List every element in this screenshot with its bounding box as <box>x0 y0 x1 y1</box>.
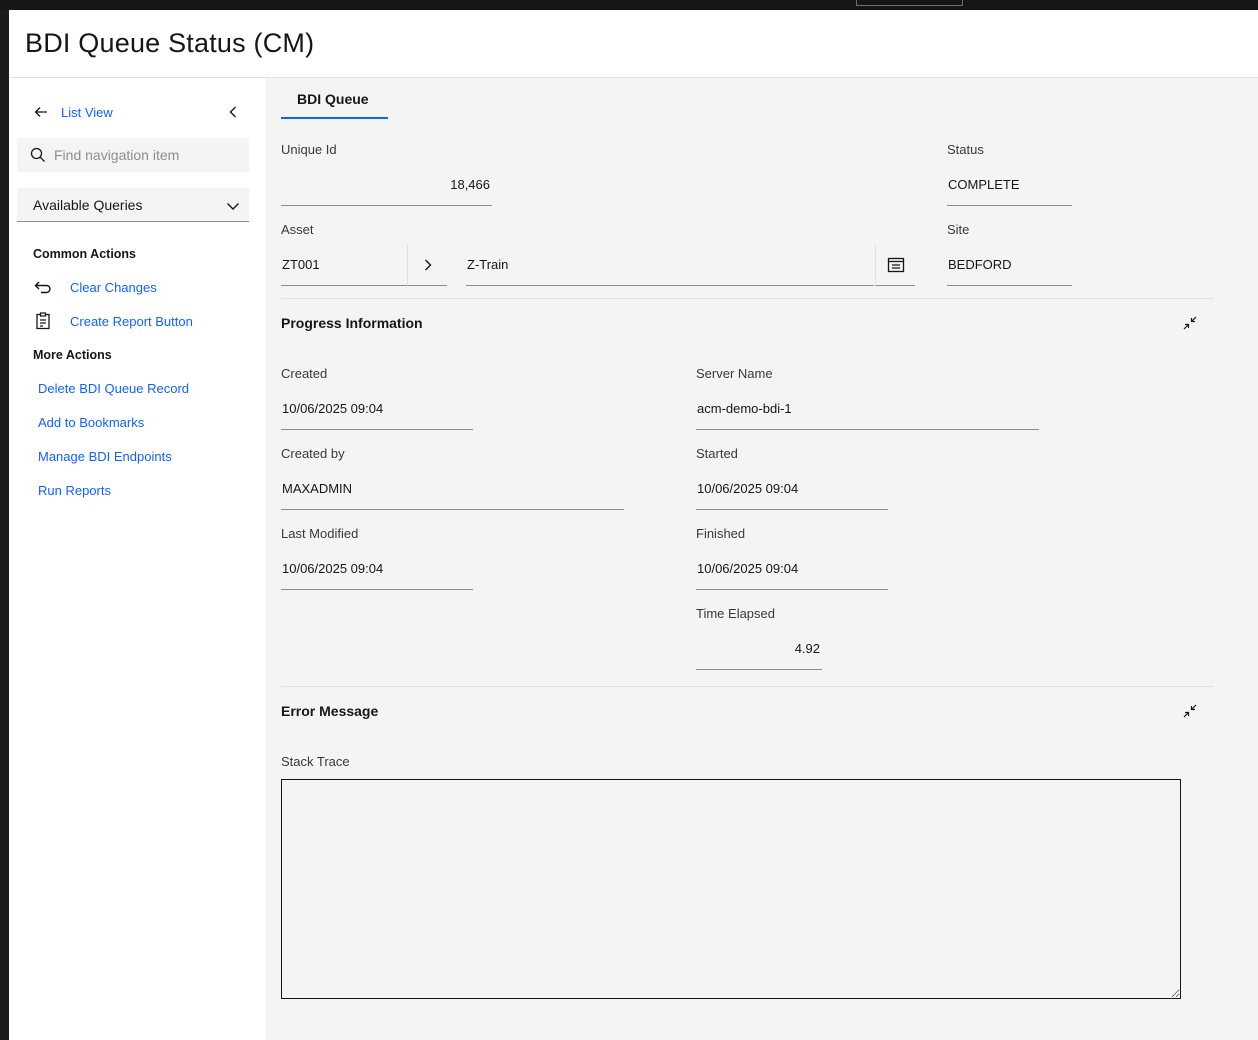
chevron-down-icon <box>227 203 239 210</box>
run-reports-link[interactable]: Run Reports <box>38 483 111 498</box>
stack-trace-label: Stack Trace <box>281 754 350 769</box>
arrow-left-icon <box>34 107 47 117</box>
minimize-icon[interactable] <box>1182 315 1198 331</box>
create-report-label: Create Report Button <box>70 313 193 329</box>
sidebar: List View Available Queries Common Actio… <box>9 78 266 1040</box>
site-label: Site <box>947 222 970 237</box>
delete-record-link[interactable]: Delete BDI Queue Record <box>38 381 189 396</box>
list-view-label: List View <box>61 104 113 120</box>
asset-description-field[interactable]: Z-Train <box>466 244 874 286</box>
collapse-sidebar-icon[interactable] <box>225 104 241 120</box>
common-actions-heading: Common Actions <box>33 247 137 261</box>
created-by-field[interactable]: MAXADMIN <box>281 468 624 510</box>
last-modified-label: Last Modified <box>281 526 359 541</box>
undo-icon <box>34 281 51 294</box>
server-name-label: Server Name <box>696 366 773 381</box>
status-field[interactable]: COMPLETE <box>947 164 1072 206</box>
search-input[interactable] <box>54 147 244 163</box>
asset-go-button[interactable] <box>408 244 447 286</box>
manage-endpoints-link[interactable]: Manage BDI Endpoints <box>38 449 172 464</box>
time-elapsed-label: Time Elapsed <box>696 606 775 621</box>
started-field[interactable]: 10/06/2025 09:04 <box>696 468 888 510</box>
created-label: Created <box>281 366 328 381</box>
create-report-action[interactable]: Create Report Button <box>33 311 193 331</box>
search-icon <box>30 147 45 162</box>
unique-id-label: Unique Id <box>281 142 337 157</box>
list-view-link[interactable]: List View <box>33 104 113 120</box>
page-title: BDI Queue Status (CM) <box>25 28 315 58</box>
finished-field[interactable]: 10/06/2025 09:04 <box>696 548 888 590</box>
last-modified-field[interactable]: 10/06/2025 09:04 <box>281 548 473 590</box>
server-name-field[interactable]: acm-demo-bdi-1 <box>696 388 1039 430</box>
tab-bdi-queue[interactable]: BDI Queue <box>281 78 388 119</box>
left-edge-strip <box>0 10 9 1040</box>
clear-changes-action[interactable]: Clear Changes <box>33 277 157 297</box>
unique-id-field[interactable]: 18,466 <box>281 164 492 206</box>
finished-label: Finished <box>696 526 746 541</box>
started-label: Started <box>696 446 738 461</box>
progress-section-title: Progress Information <box>281 315 423 331</box>
created-by-label: Created by <box>281 446 345 461</box>
section-divider <box>281 298 1214 299</box>
error-section-title: Error Message <box>281 703 379 719</box>
available-queries-dropdown[interactable]: Available Queries <box>17 188 249 222</box>
window-tab <box>856 0 963 6</box>
more-actions-heading: More Actions <box>33 348 112 362</box>
asset-details-button[interactable] <box>875 244 915 286</box>
created-field[interactable]: 10/06/2025 09:04 <box>281 388 473 430</box>
clear-changes-label: Clear Changes <box>70 279 157 295</box>
status-label: Status <box>947 142 984 157</box>
time-elapsed-field[interactable]: 4.92 <box>696 628 822 670</box>
available-queries-label: Available Queries <box>33 196 143 213</box>
minimize-icon[interactable] <box>1182 703 1198 719</box>
chevron-right-icon <box>424 259 431 270</box>
nav-search <box>17 138 249 172</box>
asset-code-field[interactable]: ZT001 <box>281 244 408 286</box>
title-bar: BDI Queue Status (CM) <box>9 10 1258 78</box>
add-bookmarks-link[interactable]: Add to Bookmarks <box>38 415 144 430</box>
top-window-bar <box>0 0 1258 10</box>
main-content: BDI Queue Unique Id 18,466 Status COMPLE… <box>266 78 1258 1040</box>
section-divider <box>281 686 1214 687</box>
asset-label: Asset <box>281 222 314 237</box>
site-field[interactable]: BEDFORD <box>947 244 1072 286</box>
details-icon <box>887 257 904 272</box>
stack-trace-textarea[interactable] <box>281 779 1181 999</box>
report-icon <box>36 312 50 330</box>
